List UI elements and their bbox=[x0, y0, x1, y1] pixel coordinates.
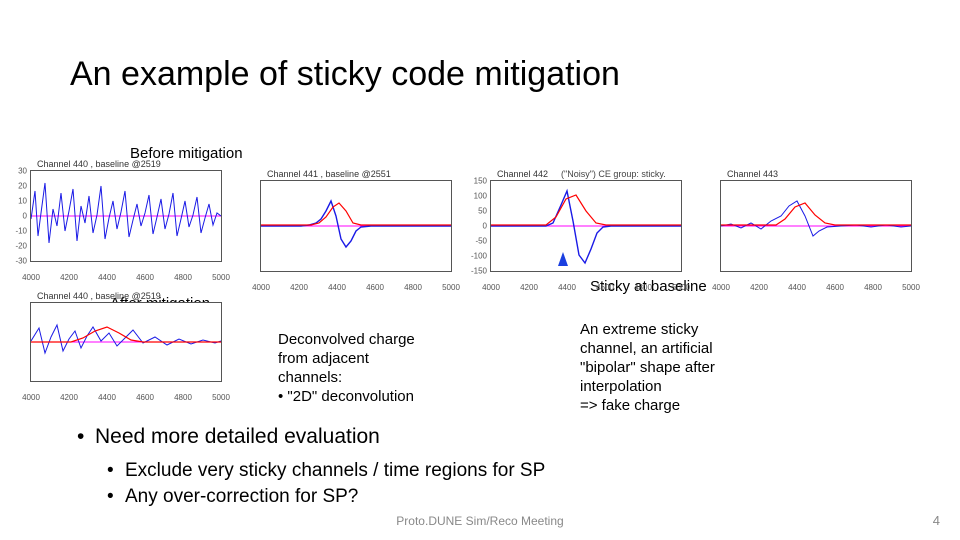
ann-extreme-l2: channel, an artificial bbox=[580, 339, 713, 359]
ann-extreme-l3: "bipolar" shape after bbox=[580, 358, 715, 378]
plot-tag: ("Noisy") CE group: sticky. bbox=[561, 169, 666, 179]
waveform-after bbox=[31, 303, 221, 381]
y-axis-ticks: 150 100 50 0 -50 -100 -150 bbox=[467, 181, 489, 271]
ann-deconv-l3: channels: bbox=[278, 368, 342, 388]
waveform-signal bbox=[261, 181, 451, 271]
ann-extreme-l4: interpolation bbox=[580, 377, 662, 397]
bullet-sub-1: Exclude very sticky channels / time regi… bbox=[125, 460, 545, 482]
page-number: 4 bbox=[933, 513, 940, 528]
bullet-main: Need more detailed evaluation bbox=[95, 425, 380, 449]
waveform-bipolar bbox=[491, 181, 681, 271]
ann-extreme-l1: An extreme sticky bbox=[580, 320, 698, 340]
arrow-up-icon bbox=[558, 252, 568, 266]
footer-text: Proto.DUNE Sim/Reco Meeting bbox=[0, 514, 960, 528]
waveform-signal bbox=[721, 181, 911, 271]
ann-extreme-l5: => fake charge bbox=[580, 396, 680, 416]
plot-title: Channel 440 , baseline @2519 bbox=[37, 291, 161, 301]
plot-ch443: Channel 443 4000 4200 4400 4600 4800 500… bbox=[720, 180, 912, 272]
ann-deconv-l1: Deconvolved charge bbox=[278, 330, 415, 350]
plot-ch442: Channel 442 ("Noisy") CE group: sticky. … bbox=[490, 180, 682, 272]
plot-title: Channel 442 bbox=[497, 169, 548, 179]
y-axis-ticks: 30 20 10 0 -10 -20 -30 bbox=[7, 171, 29, 261]
plot-ch441: Channel 441 , baseline @2551 4000 4200 4… bbox=[260, 180, 452, 272]
waveform-noisy bbox=[31, 171, 221, 261]
bullet-sub-2: Any over-correction for SP? bbox=[125, 486, 358, 508]
plot-title: Channel 440 , baseline @2519 bbox=[37, 159, 161, 169]
plot-title: Channel 441 , baseline @2551 bbox=[267, 169, 391, 179]
ann-deconv-l2: from adjacent bbox=[278, 349, 369, 369]
plot-ch440-before: Channel 440 , baseline @2519 30 20 10 0 … bbox=[30, 170, 222, 262]
plot-title: Channel 443 bbox=[727, 169, 778, 179]
ann-deconv-l4: • "2D" deconvolution bbox=[278, 387, 414, 407]
slide: An example of sticky code mitigation Bef… bbox=[0, 0, 960, 540]
slide-title: An example of sticky code mitigation bbox=[70, 55, 620, 94]
plot-ch440-after: Channel 440 , baseline @2519 4000 4200 4… bbox=[30, 302, 222, 382]
